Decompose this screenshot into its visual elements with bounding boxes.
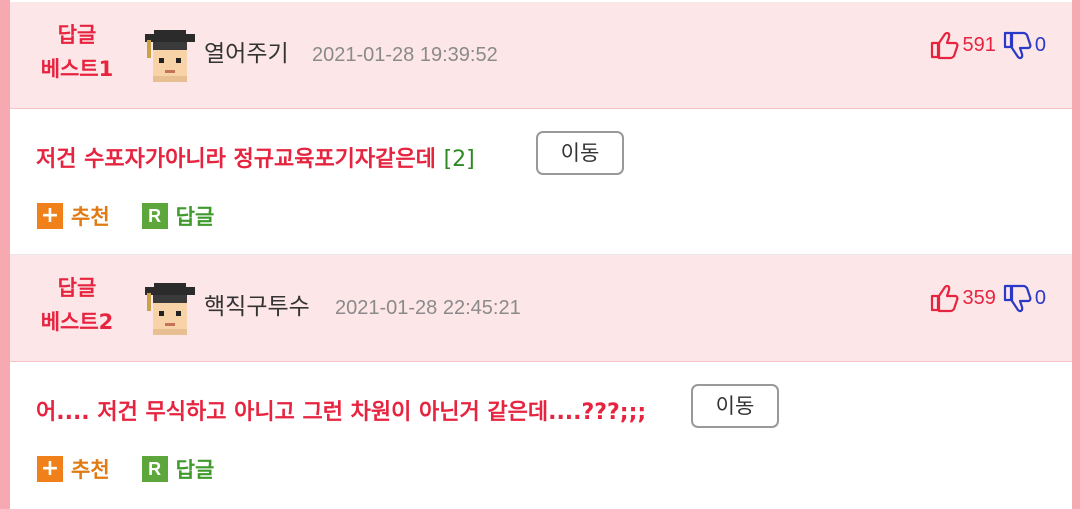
comment-text-content: 저건 수포자가아니라 정규교육포기자같은데 [36,147,436,172]
reply-icon: R [141,456,168,482]
move-button[interactable]: 이동 [536,131,624,175]
comment-date: 2021-01-28 22:45:21 [335,297,521,319]
thumbs-down-icon[interactable] [1002,30,1032,60]
comment-text: 어.... 저건 무식하고 아니고 그런 차원이 아닌거 같은데....???;… [36,394,646,426]
reply-label: 답글 [175,205,215,229]
comment-body: 어.... 저건 무식하고 아니고 그런 차원이 아닌거 같은데....???;… [10,362,1072,507]
reply-button[interactable]: R 답글 [141,454,215,484]
like-count: 359 [962,286,996,309]
reply-count[interactable]: [2] [444,147,475,172]
comment-date: 2021-01-28 19:39:52 [312,44,498,66]
best-comment-2: 답글 베스트2 핵직구투수 2021-01-28 22:45:21 359 0 … [10,255,1072,507]
best-comment-1: 답글 베스트1 열어주기 2021-01-28 19:39:52 591 0 저… [10,2,1072,255]
comment-body: 저건 수포자가아니라 정규교육포기자같은데 [2] 이동 + 추천 R 답글 [10,109,1072,255]
reply-icon: R [141,203,168,229]
best-badge: 답글 베스트2 [34,271,120,339]
reply-label: 답글 [175,458,215,482]
comment-header: 답글 베스트1 열어주기 2021-01-28 19:39:52 591 0 [10,2,1072,109]
best-badge-line1: 답글 [57,23,97,47]
recommend-label: 추천 [71,205,110,229]
recommend-button[interactable]: + 추천 [37,201,110,231]
comment-text: 저건 수포자가아니라 정규교육포기자같은데 [2] [36,141,475,173]
dislike-count: 0 [1034,286,1046,309]
move-button[interactable]: 이동 [691,384,779,428]
recommend-label: 추천 [71,458,110,482]
reply-button[interactable]: R 답글 [141,201,215,231]
page-frame: 답글 베스트1 열어주기 2021-01-28 19:39:52 591 0 저… [0,0,1080,509]
comment-text-content: 어.... 저건 무식하고 아니고 그런 차원이 아닌거 같은데....???;… [36,400,647,425]
plus-icon: + [37,456,63,482]
graduate-avatar-icon[interactable] [145,283,195,335]
nickname[interactable]: 핵직구투수 [204,287,310,321]
best-badge-line2: 베스트1 [40,57,114,81]
best-badge-line1: 답글 [57,276,97,300]
plus-icon: + [37,203,63,229]
vote-box: 591 0 [929,28,1046,62]
comment-actions: + 추천 R 답글 [37,201,246,231]
recommend-button[interactable]: + 추천 [37,454,110,484]
graduate-avatar-icon[interactable] [145,30,195,82]
like-count: 591 [962,33,996,56]
thumbs-up-icon[interactable] [929,283,959,313]
best-badge: 답글 베스트1 [34,18,120,86]
vote-box: 359 0 [929,281,1046,315]
comment-list: 답글 베스트1 열어주기 2021-01-28 19:39:52 591 0 저… [10,0,1072,509]
best-badge-line2: 베스트2 [40,310,114,334]
nickname[interactable]: 열어주기 [204,34,289,68]
comment-actions: + 추천 R 답글 [37,454,246,484]
thumbs-down-icon[interactable] [1002,283,1032,313]
thumbs-up-icon[interactable] [929,30,959,60]
comment-header: 답글 베스트2 핵직구투수 2021-01-28 22:45:21 359 0 [10,255,1072,362]
dislike-count: 0 [1034,33,1046,56]
